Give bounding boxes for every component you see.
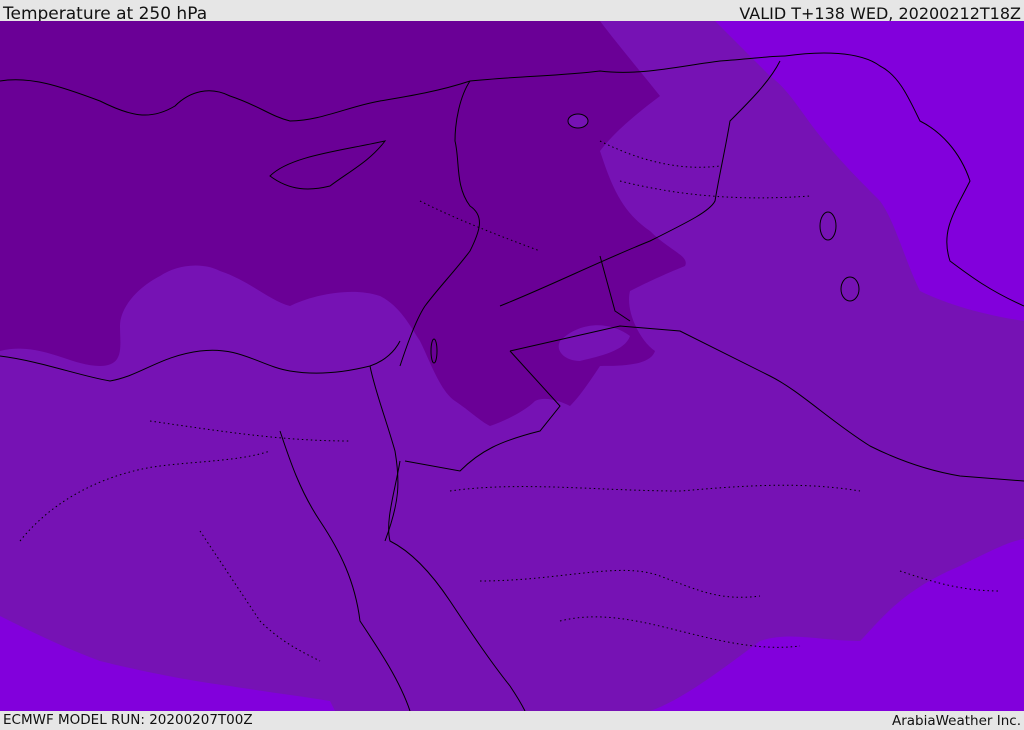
temperature-map	[0, 21, 1024, 711]
brand-label: ArabiaWeather Inc.	[891, 713, 1021, 729]
lake-east	[840, 276, 860, 302]
model-run: ECMWF MODEL RUN: 20200207T00Z	[3, 712, 253, 728]
lake-urmia	[819, 211, 837, 241]
lake-sea-of-galilee	[430, 338, 438, 364]
lake-van	[567, 113, 589, 129]
